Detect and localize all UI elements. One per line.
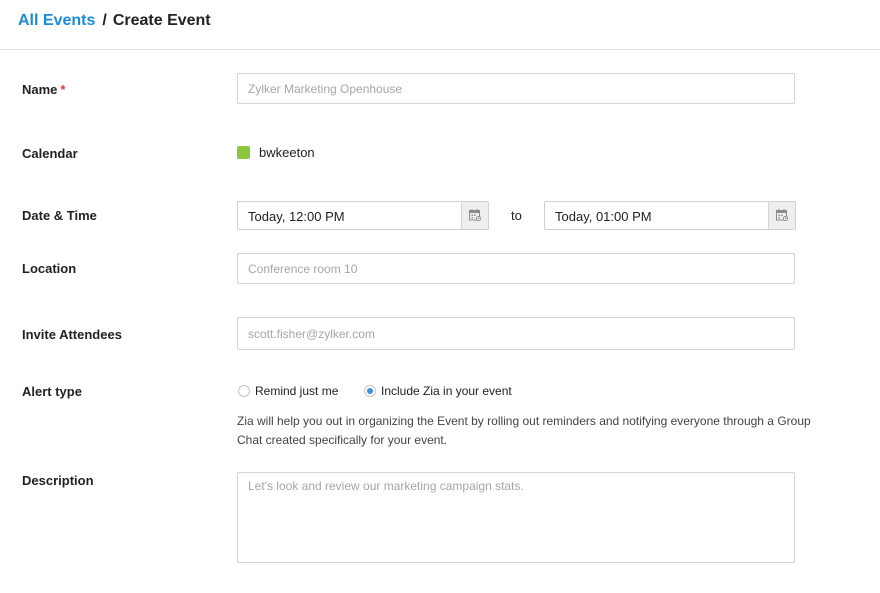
remind-just-me-label[interactable]: Remind just me xyxy=(255,384,338,398)
required-mark: * xyxy=(60,82,65,97)
location-input[interactable] xyxy=(237,253,795,284)
page-header: All Events / Create Event xyxy=(0,0,880,50)
datetime-to-label: to xyxy=(511,208,522,223)
calendar-icon xyxy=(776,209,788,221)
calendar-icon xyxy=(469,209,481,221)
alert-type-label: Alert type xyxy=(22,384,82,399)
include-zia-radio[interactable] xyxy=(364,385,376,397)
breadcrumb-all-events-link[interactable]: All Events xyxy=(18,12,95,29)
description-label: Description xyxy=(22,473,94,488)
end-datetime-field[interactable]: Today, 01:00 PM xyxy=(544,201,796,230)
breadcrumb-separator: / xyxy=(102,12,106,29)
description-textarea[interactable] xyxy=(237,472,795,563)
breadcrumb: All Events / Create Event xyxy=(18,12,211,30)
invite-attendees-input[interactable] xyxy=(237,317,795,350)
calendar-label: Calendar xyxy=(22,146,78,161)
include-zia-label[interactable]: Include Zia in your event xyxy=(381,384,512,398)
name-label-text: Name xyxy=(22,82,57,97)
location-label: Location xyxy=(22,261,76,276)
start-datetime-picker-button[interactable] xyxy=(461,202,488,229)
start-datetime-value: Today, 12:00 PM xyxy=(248,209,345,224)
remind-just-me-radio[interactable] xyxy=(238,385,250,397)
calendar-color-swatch xyxy=(237,146,250,159)
event-name-input[interactable] xyxy=(237,73,795,104)
invite-attendees-label: Invite Attendees xyxy=(22,327,122,342)
name-label: Name* xyxy=(22,82,65,97)
end-datetime-picker-button[interactable] xyxy=(768,202,795,229)
start-datetime-field[interactable]: Today, 12:00 PM xyxy=(237,201,489,230)
calendar-name: bwkeeton xyxy=(259,145,315,160)
end-datetime-value: Today, 01:00 PM xyxy=(555,209,652,224)
page-title: Create Event xyxy=(113,12,211,29)
datetime-label: Date & Time xyxy=(22,208,97,223)
zia-help-text: Zia will help you out in organizing the … xyxy=(237,412,837,450)
